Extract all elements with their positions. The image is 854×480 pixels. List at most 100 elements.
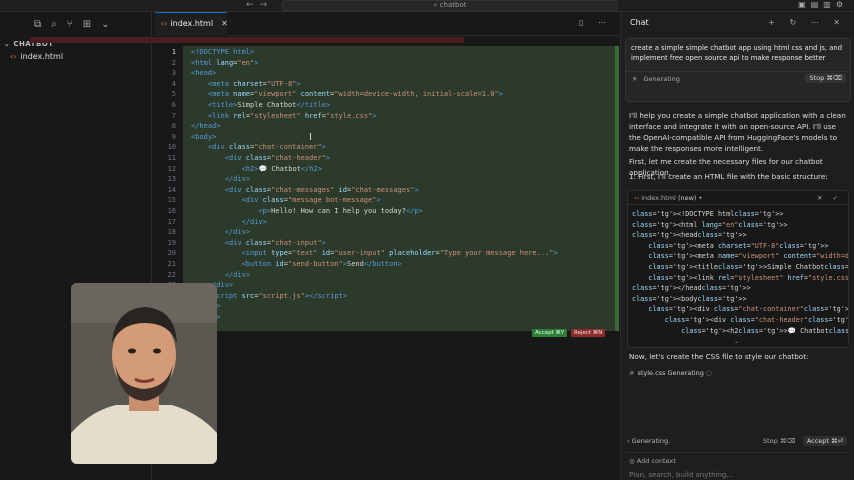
- code-line[interactable]: 26</html>: [153, 312, 620, 323]
- model-icon: ✳: [632, 75, 638, 83]
- history-nav[interactable]: ←→: [246, 0, 273, 10]
- code-line[interactable]: 3 <head>: [153, 68, 620, 79]
- code-line[interactable]: 20 <input type="text" id="user-input" pl…: [153, 248, 620, 259]
- line-number: 18: [167, 228, 176, 237]
- chat-panel: Chat + ↻ ⋯ ✕ create a simple simple chat…: [620, 12, 854, 480]
- assistant-step-text: 1. First, I'll create an HTML file with …: [629, 172, 828, 181]
- code-line[interactable]: 16 <p>Hello! How can I help you today?</…: [153, 206, 620, 217]
- html-file-icon: ‹›: [10, 52, 17, 61]
- user-message-text: create a simple simple chatbot app using…: [631, 44, 843, 62]
- code-line[interactable]: 10 <div class="chat-container">: [153, 142, 620, 153]
- code-block-card[interactable]: ‹› index.html (new) • ✕ ✓ ⌄ class='tg'><!…: [627, 190, 849, 348]
- editor-actions[interactable]: ▯ ⋯: [579, 18, 612, 27]
- code-line[interactable]: 21 <button id="send-button">Send</button…: [153, 259, 620, 270]
- presenter-video: [71, 283, 217, 464]
- add-context-button[interactable]: ◎ Add context: [629, 457, 676, 465]
- code-line[interactable]: 25</body>: [153, 301, 620, 312]
- user-message-card[interactable]: create a simple simple chatbot app using…: [625, 38, 851, 102]
- line-number: 8: [171, 122, 176, 131]
- code-text: <div class="message bot-message">: [241, 196, 381, 205]
- close-icon[interactable]: ✕: [221, 19, 228, 28]
- code-block-line: class='tg'><bodyclass='tg'>>: [632, 294, 747, 303]
- file-label: index.html: [20, 52, 64, 61]
- code-text: </div>: [241, 217, 267, 226]
- chat-title: Chat: [630, 18, 649, 27]
- line-number: 7: [171, 111, 176, 120]
- sidebar-toolbar: ⧉ ⌕ ⑂ ⊞ ⌄: [0, 12, 151, 36]
- accept-all-button[interactable]: Accept ⌘⏎: [802, 436, 847, 446]
- stop-button[interactable]: Stop ⌘⌫: [805, 73, 846, 83]
- code-text: <div class="chat-container">: [207, 143, 326, 152]
- code-text: <h2>💬 Chatbot</h2>: [241, 164, 322, 173]
- code-block-actions[interactable]: ✕ ✓: [817, 194, 842, 202]
- code-line[interactable]: 2 <html lang="en">: [153, 58, 620, 69]
- code-line[interactable]: 14 <div class="chat-messages" id="chat-m…: [153, 185, 620, 196]
- code-line[interactable]: 15 <div class="message bot-message">: [153, 195, 620, 206]
- accept-diff-button[interactable]: Accept ⌘Y: [532, 329, 568, 337]
- code-line[interactable]: 24 <script src="script.js"></script>: [153, 291, 620, 302]
- code-text: <html lang="en">: [191, 58, 259, 67]
- line-number: 2: [171, 58, 176, 67]
- code-block-filename: index.html: [641, 194, 676, 202]
- files-icon[interactable]: ⧉: [34, 19, 41, 30]
- diff-removed-marker: [30, 37, 464, 43]
- code-line[interactable]: 18 </div>: [153, 227, 620, 238]
- generating-file-chip[interactable]: # style.css Generating ◌: [629, 369, 712, 377]
- code-text: <head>: [191, 69, 217, 78]
- line-number: 21: [167, 260, 176, 268]
- assistant-paragraph: Now, let's create the CSS file to style …: [629, 352, 809, 361]
- code-text: </div>: [224, 228, 251, 237]
- code-line[interactable]: 19 <div class="chat-input">: [153, 238, 620, 249]
- generation-footer: › Generating. Stop ⌘⌫ Accept ⌘⏎: [627, 436, 849, 449]
- code-line[interactable]: 22 </div>: [153, 270, 620, 281]
- code-line[interactable]: 13 </div>: [153, 174, 620, 185]
- new-file-badge: (new) •: [677, 194, 703, 202]
- code-line[interactable]: 5 <meta name="viewport" content="width=d…: [153, 89, 620, 100]
- chevron-down-icon[interactable]: ⌄: [734, 338, 739, 345]
- code-line[interactable]: 17 </div>: [153, 217, 620, 228]
- chat-input-placeholder[interactable]: Plan, search, build anything...: [629, 471, 733, 479]
- code-line[interactable]: 12 <h2>💬 Chatbot</h2>: [153, 164, 620, 175]
- code-text: <title>Simple Chatbot</title>: [207, 101, 331, 109]
- layout-toggle-icons[interactable]: ▣▤▥⚙: [798, 0, 848, 9]
- code-line[interactable]: 9 <body>: [153, 132, 620, 143]
- editor-tabs: ‹› index.html ✕ ▯ ⋯: [153, 12, 620, 36]
- source-control-icon[interactable]: ⑂: [67, 19, 73, 30]
- chevron-down-icon[interactable]: ⌄: [101, 19, 109, 30]
- code-block-line: class='tg'><titleclass='tg'>>Simple Chat…: [648, 263, 849, 271]
- line-number: 20: [167, 249, 176, 258]
- code-view[interactable]: 1 <!DOCTYPE html> 2 <html lang="en"> 3 <head>…: [153, 46, 620, 336]
- code-line[interactable]: 23 </div>: [153, 280, 620, 291]
- code-line[interactable]: 1 <!DOCTYPE html>: [153, 47, 620, 58]
- footer-generating-text[interactable]: › Generating.: [627, 437, 670, 445]
- explorer-file-index[interactable]: ‹› index.html: [0, 48, 151, 61]
- line-number: 5: [171, 90, 176, 99]
- chat-input-box[interactable]: ◎ Add context Plan, search, build anythi…: [625, 452, 851, 480]
- code-text: <link rel="stylesheet" href="style.css">: [207, 111, 377, 120]
- code-text: <meta name="viewport" content="width=dev…: [207, 90, 503, 99]
- code-line[interactable]: 6 <title>Simple Chatbot</title>: [153, 100, 620, 111]
- tab-label: index.html: [170, 19, 214, 28]
- html-file-icon: ‹›: [634, 194, 640, 202]
- code-line[interactable]: 8 </head>: [153, 121, 620, 132]
- code-line[interactable]: 11 <div class="chat-header">: [153, 153, 620, 164]
- code-text: <button id="send-button">Send</button>: [241, 260, 402, 268]
- line-number: 11: [167, 154, 176, 162]
- line-number: 14: [167, 185, 176, 194]
- text-cursor-icon: I: [309, 132, 312, 143]
- code-line[interactable]: 7 <link rel="stylesheet" href="style.css…: [153, 111, 620, 122]
- code-text: </head>: [191, 122, 221, 131]
- code-text: <div class="chat-header">: [224, 154, 331, 162]
- search-icon[interactable]: ⌕: [51, 19, 57, 30]
- file-chip-label: style.css Generating ◌: [637, 369, 712, 377]
- reject-diff-button[interactable]: Reject ⌘N: [571, 329, 606, 337]
- code-line[interactable]: 4 <meta charset="UTF-8">: [153, 79, 620, 90]
- extensions-icon[interactable]: ⊞: [83, 19, 91, 30]
- line-number: 3: [171, 69, 176, 78]
- code-block-line: class='tg'><div class="chat-container"cl…: [648, 305, 849, 314]
- footer-stop-button[interactable]: Stop ⌘⌫: [763, 437, 796, 445]
- chat-actions[interactable]: + ↻ ⋯ ✕: [768, 18, 846, 27]
- command-center-search[interactable]: ⌕ chatbot: [282, 0, 618, 11]
- code-text: <p>Hello! How can I help you today?</p>: [258, 207, 423, 215]
- tab-index-html[interactable]: ‹› index.html ✕: [155, 12, 228, 36]
